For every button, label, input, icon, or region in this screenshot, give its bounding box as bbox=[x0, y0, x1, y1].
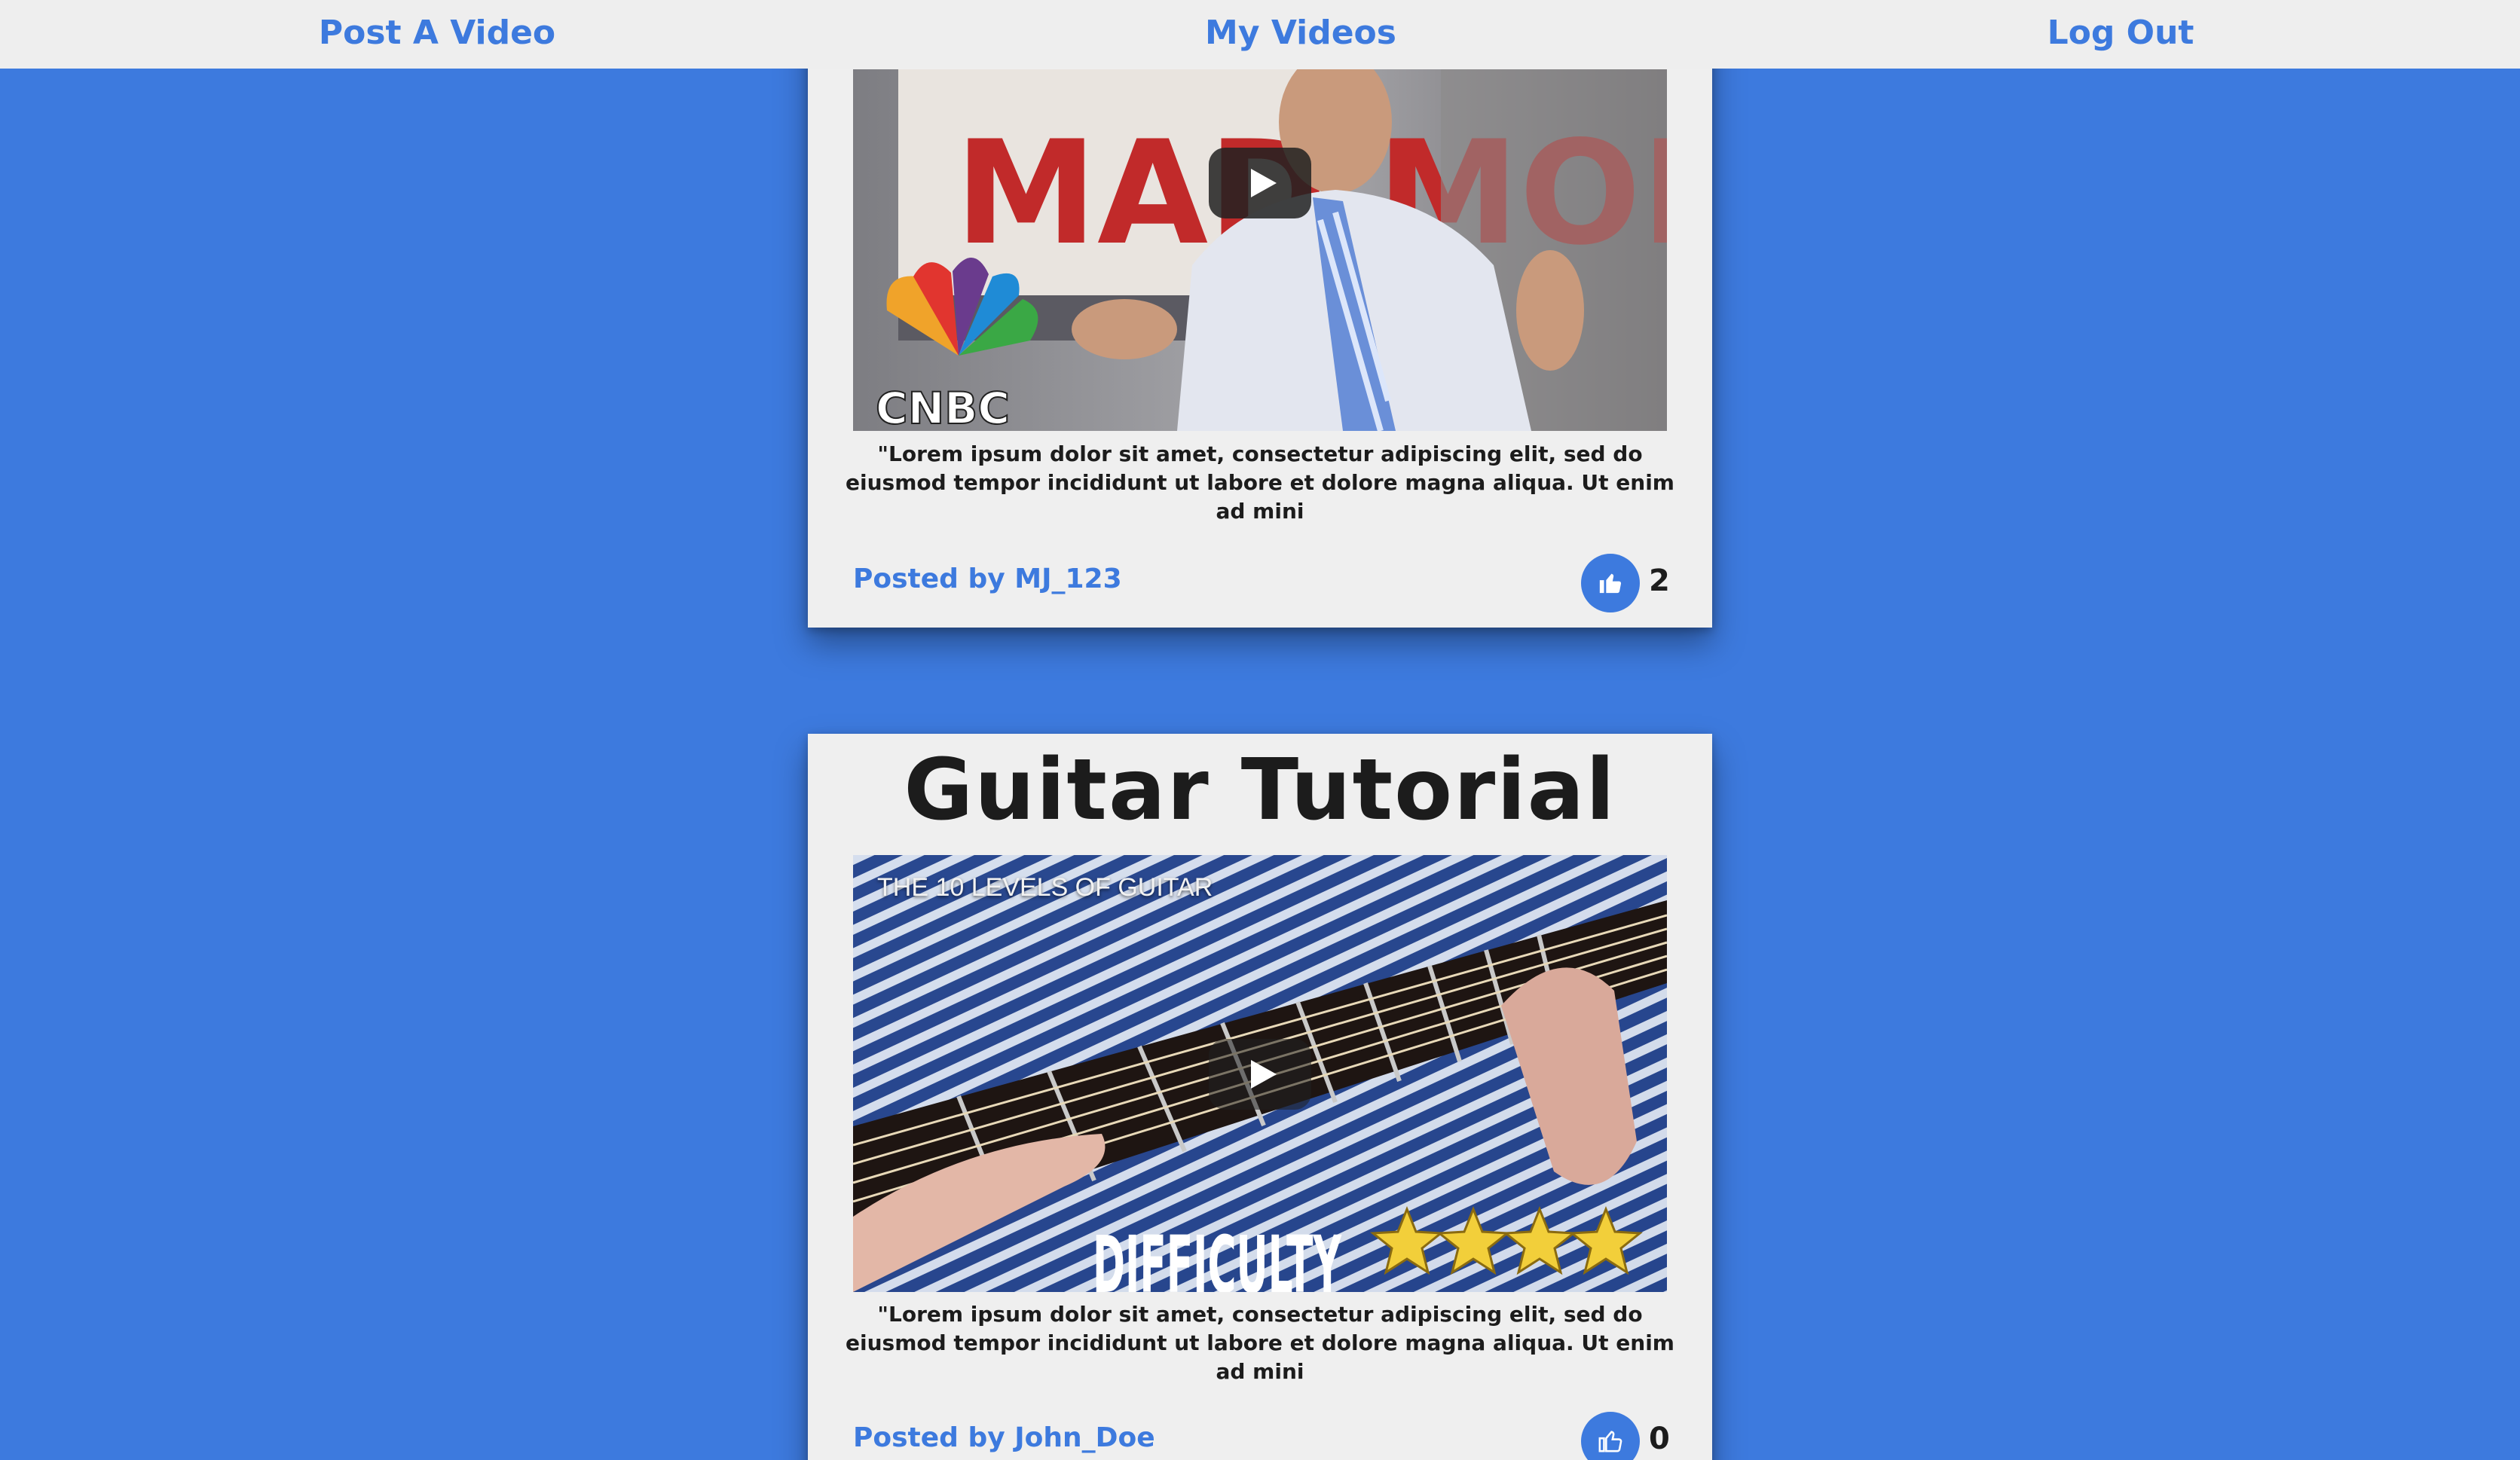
video-brand-text: CNBC bbox=[876, 383, 1010, 431]
video-card: Guitar Tutorial DIFFICULTY THE 10 LEVELS… bbox=[808, 734, 1712, 1460]
thumbs-up-outline-icon bbox=[1598, 1431, 1622, 1452]
video-title: Guitar Tutorial bbox=[904, 741, 1616, 839]
video-embed[interactable]: DIFFICULTY THE 10 LEVELS OF GUITAR bbox=[853, 855, 1667, 1292]
my-videos-link[interactable]: My Videos bbox=[1205, 0, 1396, 69]
video-embed[interactable]: MAD MONEY CNBC bbox=[853, 69, 1667, 431]
video-caption: DIFFICULTY bbox=[1093, 1219, 1342, 1292]
share-icon[interactable] bbox=[1604, 872, 1667, 1292]
top-nav: Post A Video My Videos Log Out bbox=[0, 0, 2520, 69]
video-description: "Lorem ipsum dolor sit amet, consectetur… bbox=[846, 1302, 1674, 1384]
like-button[interactable] bbox=[1581, 1412, 1640, 1460]
video-overlay-title: THE 10 LEVELS OF GUITAR bbox=[877, 873, 1213, 902]
posted-by-prefix: Posted by bbox=[853, 564, 1005, 594]
author-link[interactable]: MJ_123 bbox=[1014, 564, 1121, 594]
play-button[interactable] bbox=[1209, 148, 1311, 218]
video-thumbnail: MAD MONEY CNBC bbox=[853, 69, 1667, 431]
like-button[interactable] bbox=[1581, 554, 1640, 612]
play-button[interactable] bbox=[1209, 1039, 1311, 1110]
author-link[interactable]: John_Doe bbox=[1014, 1422, 1154, 1453]
post-video-link[interactable]: Post A Video bbox=[319, 0, 555, 69]
log-out-link[interactable]: Log Out bbox=[2048, 0, 2194, 69]
posted-by-prefix: Posted by bbox=[853, 1422, 1005, 1453]
thumbs-up-icon bbox=[1599, 573, 1622, 594]
posted-by: Posted by MJ_123 bbox=[853, 564, 1122, 594]
posted-by: Posted by John_Doe bbox=[853, 1422, 1155, 1453]
like-count: 0 bbox=[1649, 1422, 1670, 1456]
video-description: "Lorem ipsum dolor sit amet, consectetur… bbox=[846, 441, 1674, 524]
like-count: 2 bbox=[1649, 564, 1670, 598]
video-card: MAD MONEY CNBC "Lorem ipsum dolor sit am… bbox=[808, 0, 1712, 628]
